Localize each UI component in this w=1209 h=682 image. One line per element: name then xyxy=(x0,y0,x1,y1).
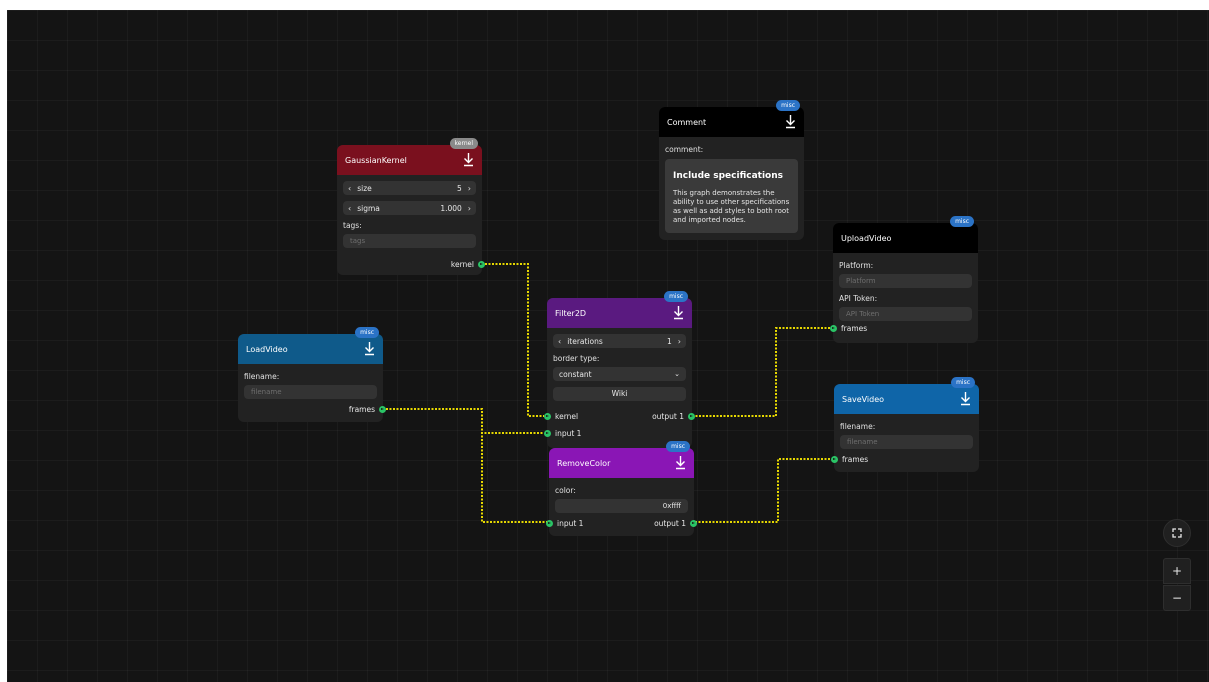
api-token-label: API Token: xyxy=(839,294,878,303)
port-dot[interactable] xyxy=(690,519,697,527)
wiki-button[interactable]: Wiki xyxy=(553,387,686,401)
wire-remove-output xyxy=(695,458,834,523)
chevron-left-icon[interactable]: ‹ xyxy=(348,204,351,213)
download-icon[interactable] xyxy=(364,341,375,356)
node-gaussian-kernel[interactable]: GaussianKernel kernel ‹ size 5 › ‹ sigma 1.… xyxy=(337,138,485,275)
filename-input[interactable]: filename xyxy=(840,435,973,449)
size-stepper[interactable]: ‹ size 5 › xyxy=(343,181,476,195)
input-port-input-1[interactable]: input 1 xyxy=(546,518,583,528)
zoom-in-button[interactable]: + xyxy=(1163,558,1191,584)
filename-label: filename: xyxy=(840,422,876,431)
output-port-frames[interactable]: frames xyxy=(349,404,386,414)
port-dot[interactable] xyxy=(546,519,553,527)
input-port-frames[interactable]: frames xyxy=(831,454,868,464)
api-token-input[interactable]: API Token xyxy=(839,307,972,321)
node-filter2d[interactable]: Filter2D misc ‹ iterations 1 › border type… xyxy=(544,291,695,448)
input-port-frames[interactable]: frames xyxy=(830,323,867,333)
wire-frames-to-input1 xyxy=(386,408,544,434)
output-port-output-1[interactable]: output 1 xyxy=(652,411,695,421)
tags-label: tags: xyxy=(343,221,362,230)
port-dot[interactable] xyxy=(830,324,837,332)
chevron-right-icon[interactable]: › xyxy=(468,204,471,213)
chevron-right-icon[interactable]: › xyxy=(678,337,681,346)
category-badge: misc xyxy=(950,216,974,227)
node-upload-video[interactable]: UploadVideo misc Platform: Platform API … xyxy=(830,216,978,343)
chevron-down-icon: ⌄ xyxy=(674,370,680,378)
node-title: LoadVideo xyxy=(246,344,288,354)
graph-canvas[interactable]: GaussianKernel kernel ‹ size 5 › ‹ sigma 1.… xyxy=(7,10,1209,682)
output-port-output-1[interactable]: output 1 xyxy=(654,518,697,528)
node-load-video[interactable]: LoadVideo misc filename: filename frames xyxy=(238,327,386,422)
node-header[interactable]: UploadVideo misc xyxy=(833,216,978,253)
node-title: Comment xyxy=(667,117,707,127)
port-dot[interactable] xyxy=(544,412,551,420)
download-icon[interactable] xyxy=(675,455,686,470)
wire-frames-to-remove xyxy=(386,408,547,523)
download-icon[interactable] xyxy=(785,114,796,129)
category-badge: misc xyxy=(355,327,379,338)
node-title: Filter2D xyxy=(555,308,587,318)
node-title: SaveVideo xyxy=(842,394,885,404)
node-header[interactable]: SaveVideo misc xyxy=(834,377,979,414)
border-type-select[interactable]: constant ⌄ xyxy=(553,367,686,381)
filename-input[interactable]: filename xyxy=(244,385,377,399)
comment-body: This graph demonstrates the ability to u… xyxy=(673,189,790,224)
port-dot[interactable] xyxy=(478,260,485,268)
fullscreen-icon xyxy=(1172,528,1182,538)
category-badge: misc xyxy=(776,100,800,111)
node-save-video[interactable]: SaveVideo misc filename: filename frames xyxy=(831,377,979,472)
color-label: color: xyxy=(555,486,576,495)
port-dot[interactable] xyxy=(831,455,838,463)
node-header[interactable]: Comment misc xyxy=(659,100,804,137)
node-title: GaussianKernel xyxy=(345,155,407,165)
zoom-out-button[interactable]: − xyxy=(1163,585,1191,611)
tags-input[interactable]: tags xyxy=(343,234,476,248)
node-comment[interactable]: Comment misc comment: Include specificat… xyxy=(659,100,804,240)
node-title: UploadVideo xyxy=(841,233,892,243)
filename-label: filename: xyxy=(244,372,280,381)
port-dot[interactable] xyxy=(544,429,551,437)
node-remove-color[interactable]: RemoveColor misc color: 0xffff input 1 o… xyxy=(546,441,697,536)
wire-kernel xyxy=(485,263,544,417)
fullscreen-button[interactable] xyxy=(1163,519,1191,547)
port-dot[interactable] xyxy=(688,412,695,420)
category-badge: misc xyxy=(951,377,975,388)
download-icon[interactable] xyxy=(673,305,684,320)
border-type-label: border type: xyxy=(553,354,600,363)
comment-label: comment: xyxy=(665,145,704,154)
input-port-input-1[interactable]: input 1 xyxy=(544,428,581,438)
chevron-right-icon[interactable]: › xyxy=(468,184,471,193)
node-header[interactable]: RemoveColor misc xyxy=(549,441,694,478)
chevron-left-icon[interactable]: ‹ xyxy=(558,337,561,346)
output-port-kernel[interactable]: kernel xyxy=(451,259,485,269)
download-icon[interactable] xyxy=(463,152,474,167)
comment-heading: Include specifications xyxy=(673,171,783,181)
sigma-stepper[interactable]: ‹ sigma 1.000 › xyxy=(343,201,476,215)
node-header[interactable]: LoadVideo misc xyxy=(238,327,383,364)
comment-text-area[interactable]: Include specifications This graph demons… xyxy=(665,159,798,233)
chevron-left-icon[interactable]: ‹ xyxy=(348,184,351,193)
wire-filter-output xyxy=(692,327,832,417)
node-title: RemoveColor xyxy=(557,458,611,468)
port-dot[interactable] xyxy=(379,405,386,413)
color-input[interactable]: 0xffff xyxy=(555,499,688,513)
iterations-stepper[interactable]: ‹ iterations 1 › xyxy=(553,334,686,348)
node-header[interactable]: Filter2D misc xyxy=(547,291,692,328)
category-badge: misc xyxy=(666,441,690,452)
category-badge: kernel xyxy=(449,138,478,149)
node-header[interactable]: GaussianKernel kernel xyxy=(337,138,482,175)
platform-label: Platform: xyxy=(839,261,874,270)
download-icon[interactable] xyxy=(960,391,971,406)
platform-input[interactable]: Platform xyxy=(839,274,972,288)
category-badge: misc xyxy=(664,291,688,302)
input-port-kernel[interactable]: kernel xyxy=(544,411,578,421)
